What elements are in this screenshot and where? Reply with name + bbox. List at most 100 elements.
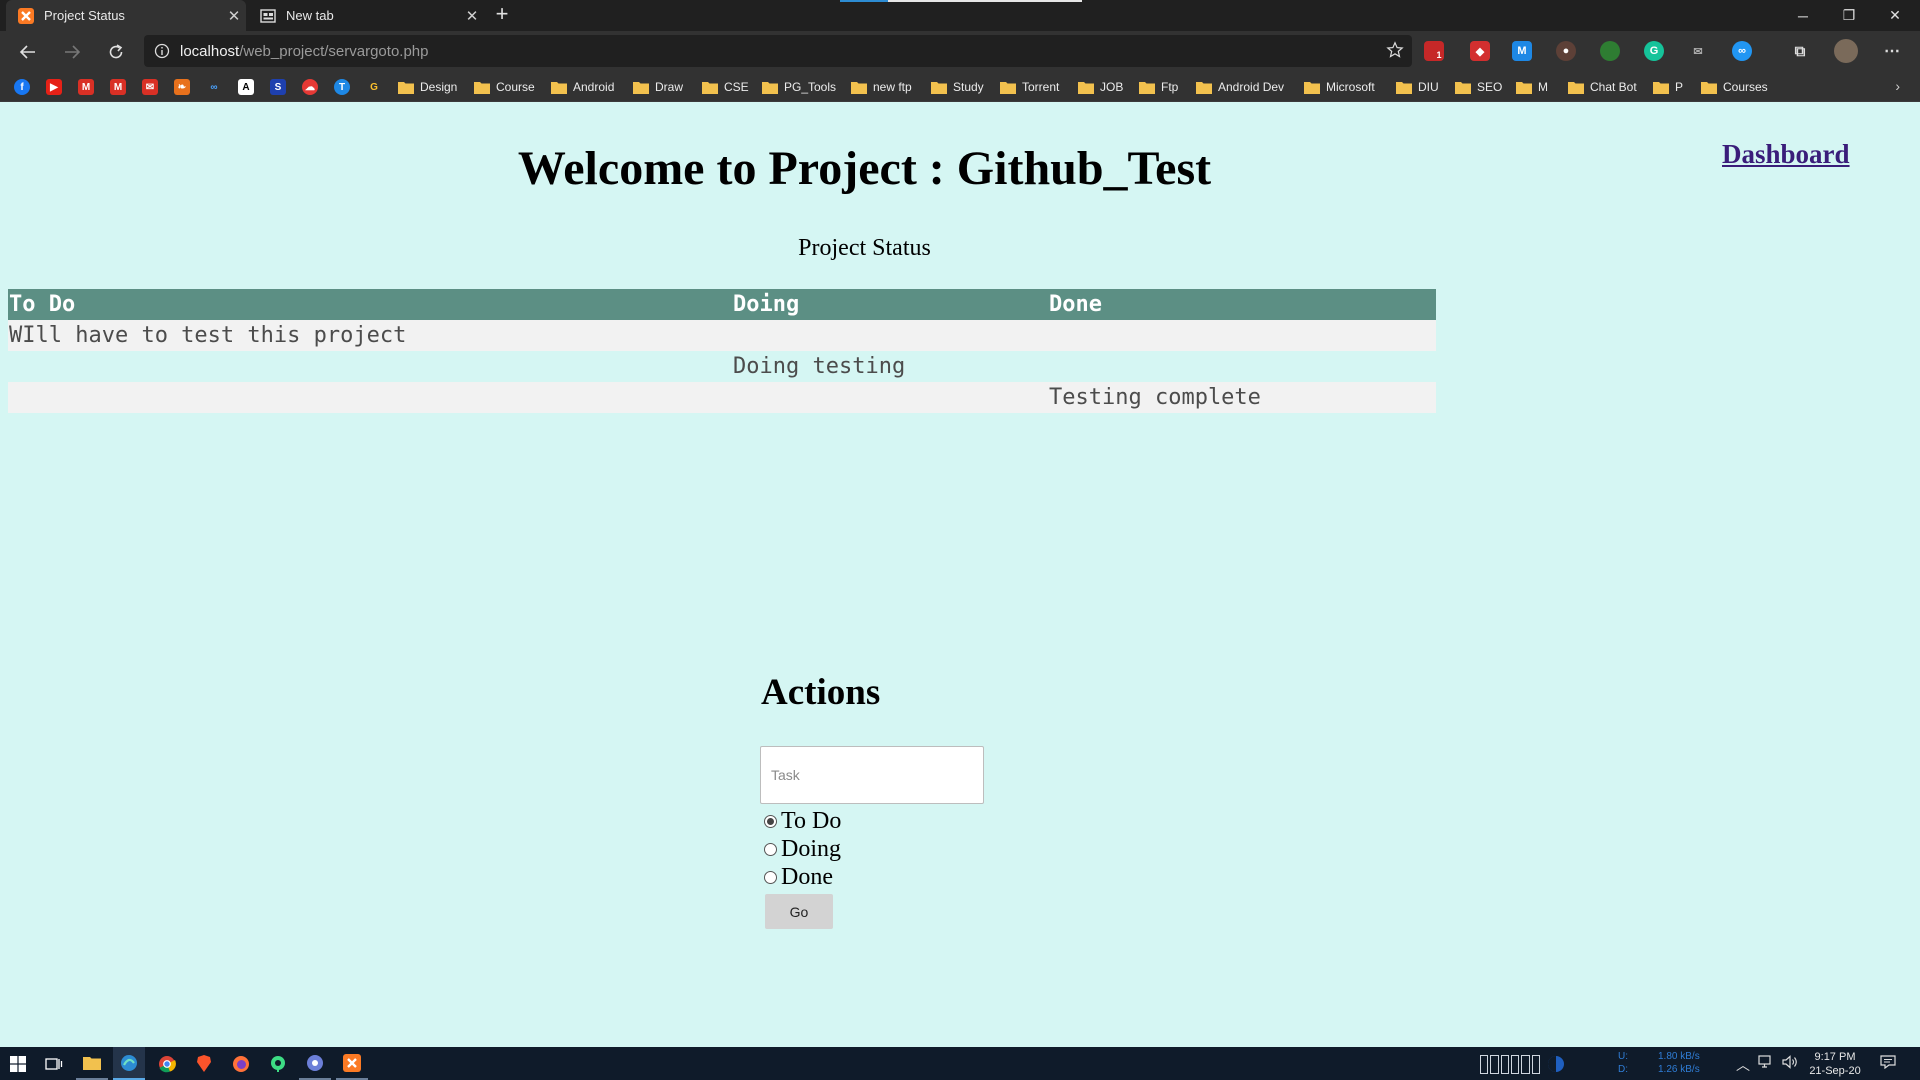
dashboard-link[interactable]: Dashboard — [1722, 139, 1850, 170]
table-row: Doing testing — [8, 351, 1436, 382]
folder-icon — [551, 81, 567, 94]
radio-checked-icon[interactable] — [764, 814, 777, 828]
go-button[interactable]: Go — [765, 894, 833, 929]
tab-project-status[interactable]: Project Status ✕ — [6, 0, 246, 31]
extension-owl-icon[interactable]: ● — [1556, 41, 1576, 61]
volume-icon[interactable] — [1782, 1055, 1798, 1072]
bookmark-folder[interactable]: SEO — [1455, 77, 1502, 97]
bookmark-folder[interactable]: DIU — [1396, 77, 1439, 97]
bookmark-folder[interactable]: M — [1516, 77, 1548, 97]
link-chain-icon[interactable]: ∞ — [206, 79, 222, 95]
folder-icon — [1455, 81, 1471, 94]
chrome-icon[interactable] — [151, 1047, 183, 1080]
xampp-favicon-icon — [18, 7, 34, 24]
windows-start-icon[interactable] — [2, 1047, 34, 1080]
address-bar[interactable]: localhost/web_project/servargoto.php — [144, 35, 1412, 67]
android-studio-icon[interactable] — [262, 1047, 294, 1080]
minimize-icon[interactable]: ─ — [1780, 0, 1826, 31]
site-info-icon[interactable] — [144, 43, 180, 59]
edge-browser-icon[interactable] — [113, 1047, 145, 1080]
bookmark-folder[interactable]: JOB — [1078, 77, 1123, 97]
forward-arrow-icon[interactable] — [56, 36, 88, 68]
task-input[interactable] — [760, 746, 984, 804]
facebook-icon[interactable]: f — [14, 79, 30, 95]
file-explorer-icon[interactable] — [76, 1047, 108, 1080]
column-header-done: Done — [1048, 289, 1436, 320]
bookmark-folder[interactable]: CSE — [702, 77, 749, 97]
table-cell — [8, 382, 732, 413]
radio-label: To Do — [781, 807, 842, 834]
extension-bookmark-icon[interactable]: ◆ — [1470, 41, 1490, 61]
windows-taskbar: U: 1.80 kB/s D: 1.26 kB/s ︿ 9:17 PM 21-Sep… — [0, 1047, 1920, 1080]
column-header-doing: Doing — [732, 289, 1048, 320]
bookmark-folder[interactable]: new ftp — [851, 77, 912, 97]
radio-doing[interactable]: Doing — [764, 836, 841, 862]
bookmark-folder[interactable]: Ftp — [1139, 77, 1178, 97]
bookmark-folder[interactable]: Course — [474, 77, 535, 97]
tab-new-tab[interactable]: New tab ✕ — [248, 0, 484, 31]
app-globe-icon[interactable] — [299, 1047, 331, 1080]
bookmark-folder[interactable]: Chat Bot — [1568, 77, 1637, 97]
gmail-icon[interactable]: M — [110, 79, 126, 95]
brave-icon[interactable] — [188, 1047, 220, 1080]
extension-green-dot-icon[interactable] — [1600, 41, 1620, 61]
radio-unchecked-icon[interactable] — [764, 870, 777, 884]
project-status-heading: Project Status — [798, 235, 931, 261]
table-row: Testing complete — [8, 382, 1436, 413]
task-view-icon[interactable] — [38, 1047, 70, 1080]
folder-icon — [1396, 81, 1412, 94]
bookmark-folder[interactable]: Microsoft — [1304, 77, 1375, 97]
close-tab-icon[interactable]: ✕ — [460, 7, 484, 25]
feather-icon[interactable]: ❧ — [174, 79, 190, 95]
profile-avatar[interactable] — [1834, 39, 1858, 63]
favorite-star-icon[interactable] — [1386, 41, 1404, 64]
xampp-taskbar-icon[interactable] — [336, 1047, 368, 1080]
radio-done[interactable]: Done — [764, 864, 833, 890]
s-icon[interactable]: S — [270, 79, 286, 95]
firefox-icon[interactable] — [225, 1047, 257, 1080]
grammarly-icon[interactable]: G — [1644, 41, 1664, 61]
bookmark-folder[interactable]: Study — [931, 77, 984, 97]
extension-link-icon[interactable]: ∞ — [1732, 41, 1752, 61]
bookmark-folder[interactable]: Design — [398, 77, 457, 97]
system-clock[interactable]: 9:17 PM 21-Sep-20 — [1804, 1050, 1866, 1078]
radio-unchecked-icon[interactable] — [764, 842, 777, 856]
network-icon[interactable] — [1758, 1055, 1776, 1072]
extension-m-icon[interactable]: M — [1512, 41, 1532, 61]
youtube-icon[interactable]: ▶ — [46, 79, 62, 95]
folder-icon — [633, 81, 649, 94]
clock-time: 9:17 PM — [1814, 1051, 1856, 1063]
restore-icon[interactable]: ❐ — [1826, 0, 1872, 31]
mail-extension-icon[interactable]: ✉ — [1688, 41, 1708, 61]
g-icon[interactable]: G — [366, 79, 382, 95]
show-hidden-icons-chevron-icon[interactable]: ︿ — [1736, 1055, 1750, 1075]
collections-icon[interactable]: ⧉ — [1790, 41, 1810, 61]
download-speed: 1.26 kB/s — [1658, 1064, 1700, 1075]
cloud-icon[interactable]: ☁ — [302, 79, 318, 95]
more-bookmarks-chevron-icon[interactable]: › — [1895, 78, 1900, 94]
close-tab-icon[interactable]: ✕ — [222, 7, 246, 25]
new-tab-plus-icon[interactable]: + — [490, 3, 514, 27]
bookmark-folder[interactable]: Courses — [1701, 77, 1768, 97]
close-window-icon[interactable]: ✕ — [1872, 0, 1918, 31]
bookmark-folder[interactable]: Torrent — [1000, 77, 1059, 97]
back-arrow-icon[interactable] — [12, 36, 44, 68]
more-menu-icon[interactable]: ⋯ — [1882, 41, 1902, 61]
radio-todo[interactable]: To Do — [764, 808, 841, 834]
action-center-icon[interactable] — [1880, 1055, 1896, 1072]
refresh-icon[interactable] — [100, 36, 132, 68]
page-title: Welcome to Project : Github_Test — [517, 142, 1212, 195]
bookmark-folder[interactable]: Android — [551, 77, 614, 97]
bookmark-folder[interactable]: Draw — [633, 77, 683, 97]
extension-badge-count: 1 — [1436, 50, 1442, 60]
gmail-icon[interactable]: M — [78, 79, 94, 95]
extension-red-badge-icon[interactable]: 1 — [1424, 41, 1444, 61]
moon-icon — [1545, 1047, 1567, 1080]
mail-icon[interactable]: ✉ — [142, 79, 158, 95]
bookmark-folder[interactable]: PG_Tools — [762, 77, 836, 97]
bookmark-folder[interactable]: Android Dev — [1196, 77, 1284, 97]
news-icon[interactable]: A — [238, 79, 254, 95]
t-icon[interactable]: T — [334, 79, 350, 95]
bookmark-folder[interactable]: P — [1653, 77, 1683, 97]
folder-icon — [1304, 81, 1320, 94]
